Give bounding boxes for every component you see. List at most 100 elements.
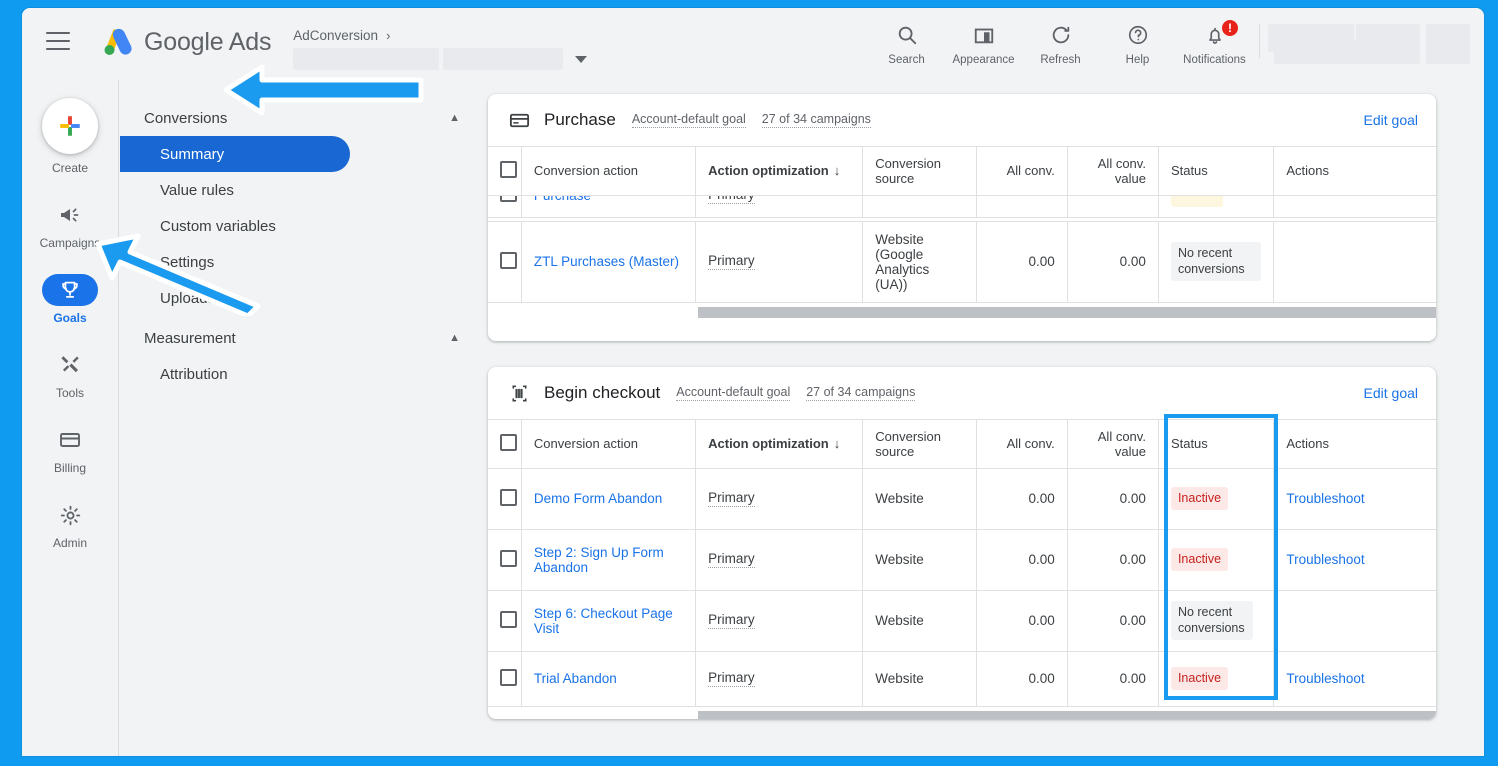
rail-item-admin[interactable]: Admin — [22, 499, 118, 550]
begin-checkout-card-goal-type[interactable]: Account-default goal — [676, 385, 791, 401]
status-badge: Inactive — [1170, 486, 1229, 511]
row-checkbox[interactable] — [500, 251, 517, 269]
col-status[interactable]: Status — [1158, 147, 1275, 196]
row-checkbox-cell[interactable] — [488, 651, 522, 707]
rail-item-billing[interactable]: Billing — [22, 424, 118, 475]
col-actions[interactable]: Actions — [1273, 147, 1436, 196]
brand-logo-block[interactable]: Google Ads — [100, 26, 271, 58]
begin-checkout-horizontal-scrollbar[interactable] — [488, 706, 1436, 719]
conversion-action-link[interactable]: ZTL Purchases (Master) — [534, 254, 679, 269]
goal-card-begin-checkout: Begin checkout Account-default goal 27 o… — [488, 367, 1436, 719]
avatar[interactable] — [1426, 24, 1470, 64]
col-action-optimization[interactable]: Action optimization ↓ — [695, 420, 864, 469]
troubleshoot-link[interactable]: Troubleshoot — [1286, 491, 1364, 506]
table-row[interactable]: Step 6: Checkout Page Visit Primary Webs… — [488, 590, 1436, 652]
action-optimization-value[interactable]: Primary — [708, 612, 755, 629]
begin-checkout-card-campaign-count[interactable]: 27 of 34 campaigns — [806, 385, 916, 401]
help-button[interactable]: Help — [1099, 22, 1176, 66]
col-conversion-action[interactable]: Conversion action — [521, 420, 697, 469]
action-optimization-value[interactable]: Primary — [708, 670, 755, 687]
cell-actions[interactable]: Troubleshoot — [1273, 651, 1436, 707]
col-all-conv-value[interactable]: All conv. value — [1067, 147, 1159, 196]
account-selector[interactable]: AdConversion › — [293, 28, 588, 70]
rail-item-goals[interactable]: Goals — [22, 274, 118, 325]
cell-conversion-action[interactable]: ZTL Purchases (Master) — [521, 221, 697, 303]
rail-item-campaigns[interactable]: Campaigns — [22, 199, 118, 250]
sidebar-item-uploads[interactable]: Uploads — [120, 280, 486, 316]
cell-conversion-source — [862, 195, 977, 219]
conversion-action-link[interactable]: Trial Abandon — [534, 671, 617, 686]
row-checkbox-cell[interactable] — [488, 221, 522, 303]
row-checkbox[interactable] — [500, 668, 517, 686]
sidebar-item-summary[interactable]: Summary — [120, 136, 350, 172]
refresh-button[interactable]: Refresh — [1022, 22, 1099, 66]
col-conversion-source[interactable]: Conversion source — [862, 147, 977, 196]
menu-icon[interactable] — [46, 32, 70, 50]
row-checkbox-cell[interactable] — [488, 468, 522, 530]
troubleshoot-link[interactable]: Troubleshoot — [1286, 671, 1364, 686]
purchase-card-goal-type[interactable]: Account-default goal — [631, 112, 746, 128]
action-optimization-value[interactable]: Primary — [708, 253, 755, 270]
cell-conversion-action[interactable]: Trial Abandon — [521, 651, 697, 707]
cell-conversion-action[interactable]: Demo Form Abandon — [521, 468, 697, 530]
scrollbar-thumb[interactable] — [698, 710, 1436, 719]
table-row[interactable]: Trial Abandon Primary Website 0.00 0.00 … — [488, 651, 1436, 707]
sidebar-item-value-rules[interactable]: Value rules — [120, 172, 486, 208]
col-all-conv[interactable]: All conv. — [976, 420, 1068, 469]
purchase-horizontal-scrollbar[interactable] — [488, 302, 1436, 325]
cell-conversion-action[interactable]: Step 2: Sign Up Form Abandon — [521, 529, 697, 591]
cell-conversion-source: Website (Google Analytics (UA)) — [862, 221, 977, 303]
conversion-action-link[interactable]: Step 2: Sign Up Form Abandon — [534, 545, 664, 575]
search-button[interactable]: Search — [868, 22, 945, 66]
appearance-button[interactable]: Appearance — [945, 22, 1022, 66]
sidebar-item-attribution[interactable]: Attribution — [120, 356, 486, 392]
conversion-action-link[interactable]: Step 6: Checkout Page Visit — [534, 606, 673, 636]
sidebar-item-custom-variables[interactable]: Custom variables — [120, 208, 486, 244]
nav-section-measurement[interactable]: Measurement ▲ — [120, 320, 486, 356]
col-status[interactable]: Status — [1158, 420, 1275, 469]
col-all-conv[interactable]: All conv. — [976, 147, 1068, 196]
begin-checkout-select-all-cell[interactable] — [488, 420, 522, 469]
col-actions[interactable]: Actions — [1273, 420, 1436, 469]
row-checkbox-cell[interactable] — [488, 529, 522, 591]
select-all-checkbox[interactable] — [500, 160, 517, 178]
row-checkbox[interactable] — [500, 195, 517, 203]
col-all-conv-value[interactable]: All conv. value — [1067, 420, 1159, 469]
begin-checkout-edit-goal-link[interactable]: Edit goal — [1364, 385, 1418, 401]
action-optimization-value[interactable]: Primary — [708, 551, 755, 568]
row-checkbox-cell[interactable] — [488, 195, 522, 219]
table-row[interactable]: Purchase Primary — [488, 195, 1436, 219]
cell-conversion-action[interactable]: Step 6: Checkout Page Visit — [521, 590, 697, 652]
notifications-button[interactable]: ! Notifications — [1176, 19, 1253, 66]
conversion-action-link[interactable]: Demo Form Abandon — [534, 491, 662, 506]
action-optimization-value[interactable]: Primary — [708, 490, 755, 507]
nav-section-conversions[interactable]: Conversions ▲ — [120, 100, 486, 136]
cell-actions[interactable]: Troubleshoot — [1273, 529, 1436, 591]
row-checkbox[interactable] — [500, 610, 517, 628]
rail-label-admin: Admin — [52, 536, 87, 550]
cell-all-conv: 0.00 — [976, 590, 1068, 652]
rail-item-tools[interactable]: Tools — [22, 349, 118, 400]
purchase-edit-goal-link[interactable]: Edit goal — [1364, 112, 1418, 128]
table-row[interactable]: ZTL Purchases (Master) Primary Website (… — [488, 221, 1436, 303]
table-row[interactable]: Step 2: Sign Up Form Abandon Primary Web… — [488, 529, 1436, 591]
col-conversion-source[interactable]: Conversion source — [862, 420, 977, 469]
scrollbar-thumb[interactable] — [698, 306, 1436, 318]
row-checkbox[interactable] — [500, 488, 517, 506]
cell-conversion-action[interactable]: Purchase — [521, 195, 697, 219]
sidebar-item-settings[interactable]: Settings — [120, 244, 486, 280]
action-optimization-value[interactable]: Primary — [708, 196, 755, 204]
create-button[interactable] — [42, 98, 98, 154]
col-action-optimization[interactable]: Action optimization ↓ — [695, 147, 864, 196]
purchase-select-all-cell[interactable] — [488, 147, 522, 196]
table-row[interactable]: Demo Form Abandon Primary Website 0.00 0… — [488, 468, 1436, 530]
conversion-action-link[interactable]: Purchase — [534, 196, 591, 203]
purchase-card-campaign-count[interactable]: 27 of 34 campaigns — [761, 112, 871, 128]
row-checkbox[interactable] — [500, 549, 517, 567]
troubleshoot-link[interactable]: Troubleshoot — [1286, 552, 1364, 567]
chevron-down-icon[interactable] — [575, 55, 588, 63]
col-conversion-action[interactable]: Conversion action — [521, 147, 697, 196]
cell-actions[interactable]: Troubleshoot — [1273, 468, 1436, 530]
row-checkbox-cell[interactable] — [488, 590, 522, 652]
select-all-checkbox[interactable] — [500, 433, 517, 451]
